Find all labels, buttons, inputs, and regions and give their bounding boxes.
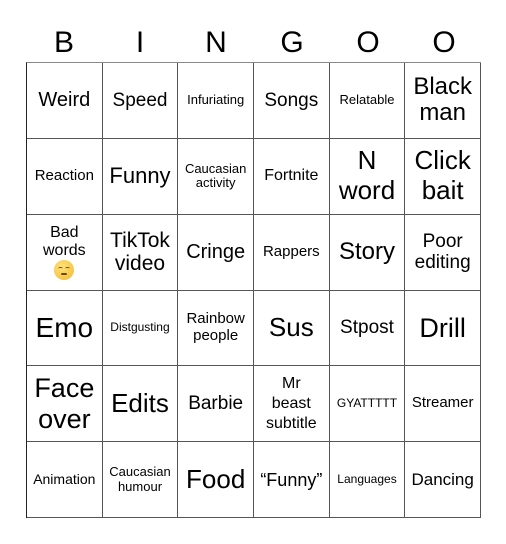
cell-label: Dancing bbox=[411, 470, 474, 490]
cell-label: Sus bbox=[268, 312, 314, 343]
bingo-cell[interactable]: Rainbow people bbox=[178, 290, 254, 367]
bingo-cell[interactable]: Story bbox=[329, 214, 406, 291]
cell-label: Mr beast subtitle bbox=[265, 374, 317, 432]
bingo-cell[interactable]: Cringe bbox=[178, 214, 254, 291]
cell-label: Poor editing bbox=[414, 230, 471, 274]
cell-label: Rainbow people bbox=[186, 310, 245, 344]
header-letter-i: I bbox=[135, 26, 145, 59]
bingo-header: B I N G O O bbox=[26, 24, 482, 62]
cell-label: Songs bbox=[264, 89, 319, 111]
bingo-cell[interactable]: Poor editing bbox=[405, 214, 481, 291]
pensive-face-emoji-icon bbox=[54, 260, 75, 281]
bingo-cell[interactable]: “Funny” bbox=[253, 442, 330, 518]
bingo-cell[interactable]: Distgusting bbox=[102, 290, 179, 367]
bingo-cell[interactable]: Face over bbox=[27, 366, 103, 443]
bingo-cell[interactable]: Infuriating bbox=[178, 63, 254, 139]
bingo-cell[interactable]: Animation bbox=[27, 442, 103, 518]
bingo-cell[interactable]: Emo bbox=[27, 290, 103, 367]
bingo-cell[interactable]: Bad words bbox=[27, 214, 103, 291]
cell-label: Reaction bbox=[34, 166, 94, 184]
cell-label: Bad words bbox=[42, 223, 86, 259]
bingo-grid: Weird Speed Infuriating Songs Relatable … bbox=[26, 62, 481, 518]
cell-label: Edits bbox=[111, 388, 169, 419]
cell-label: Story bbox=[338, 237, 395, 265]
bingo-cell[interactable]: Caucasian activity bbox=[178, 138, 254, 215]
cell-label: Rappers bbox=[262, 242, 320, 260]
bingo-cell[interactable]: Drill bbox=[405, 290, 481, 367]
bingo-cell[interactable]: Black man bbox=[405, 63, 481, 139]
bingo-cell[interactable]: Click bait bbox=[405, 138, 481, 215]
bingo-cell[interactable]: TikTok video bbox=[102, 214, 179, 291]
bingo-cell[interactable]: GYATTTTT bbox=[329, 366, 406, 443]
bingo-cell[interactable]: Mr beast subtitle bbox=[253, 366, 330, 443]
bingo-cell[interactable]: Speed bbox=[102, 63, 179, 139]
bingo-cell[interactable]: Rappers bbox=[253, 214, 330, 291]
cell-label: “Funny” bbox=[260, 469, 323, 490]
bingo-cell[interactable]: Streamer bbox=[405, 366, 481, 443]
bingo-cell[interactable]: Reaction bbox=[27, 138, 103, 215]
cell-label: Cringe bbox=[186, 240, 246, 263]
header-letter-b: B bbox=[53, 26, 74, 59]
cell-label: Infuriating bbox=[187, 92, 245, 108]
cell-label: Emo bbox=[35, 312, 94, 344]
header-letter-n: N bbox=[205, 26, 227, 59]
cell-label: Caucasian activity bbox=[184, 160, 247, 191]
cell-label: Food bbox=[186, 464, 246, 495]
cell-label: Click bait bbox=[414, 145, 471, 206]
header-letter-g: G bbox=[280, 26, 304, 59]
bingo-cell[interactable]: Stpost bbox=[329, 290, 406, 367]
cell-label: N word bbox=[338, 145, 396, 206]
cell-label: Barbie bbox=[188, 393, 244, 415]
cell-label: Black man bbox=[413, 73, 472, 127]
cell-label: Speed bbox=[112, 89, 168, 111]
cell-label: Animation bbox=[33, 470, 96, 487]
cell-label: Distgusting bbox=[110, 320, 170, 335]
cell-label: Caucasian humour bbox=[109, 464, 171, 494]
cell-label: GYATTTTT bbox=[336, 396, 398, 411]
bingo-cell[interactable]: Sus bbox=[253, 290, 330, 367]
cell-label: Stpost bbox=[340, 317, 394, 339]
bingo-cell[interactable]: Relatable bbox=[329, 63, 406, 139]
cell-label: Languages bbox=[337, 471, 397, 486]
bingo-cell[interactable]: Food bbox=[178, 442, 254, 518]
header-letter-o1: O bbox=[356, 26, 380, 59]
cell-label: Streamer bbox=[411, 394, 474, 412]
bingo-cell[interactable]: Languages bbox=[329, 442, 406, 518]
bingo-cell[interactable]: Barbie bbox=[178, 366, 254, 443]
bingo-cell[interactable]: Weird bbox=[27, 63, 103, 139]
bingo-cell[interactable]: Fortnite bbox=[253, 138, 330, 215]
bingo-cell[interactable]: Songs bbox=[253, 63, 330, 139]
bingo-cell[interactable]: Funny bbox=[102, 138, 179, 215]
bingo-cell[interactable]: N word bbox=[329, 138, 406, 215]
cell-label: Face over bbox=[34, 372, 95, 434]
cell-label: Relatable bbox=[339, 92, 395, 108]
cell-label: Fortnite bbox=[264, 167, 319, 185]
bingo-cell[interactable]: Edits bbox=[102, 366, 179, 443]
cell-label: TikTok video bbox=[110, 228, 170, 276]
cell-label: Weird bbox=[38, 89, 91, 112]
header-letter-o2: O bbox=[432, 26, 456, 59]
bingo-cell[interactable]: Dancing bbox=[405, 442, 481, 518]
cell-label: Funny bbox=[109, 162, 171, 188]
cell-label: Drill bbox=[419, 312, 466, 343]
bingo-cell[interactable]: Caucasian humour bbox=[102, 442, 179, 518]
